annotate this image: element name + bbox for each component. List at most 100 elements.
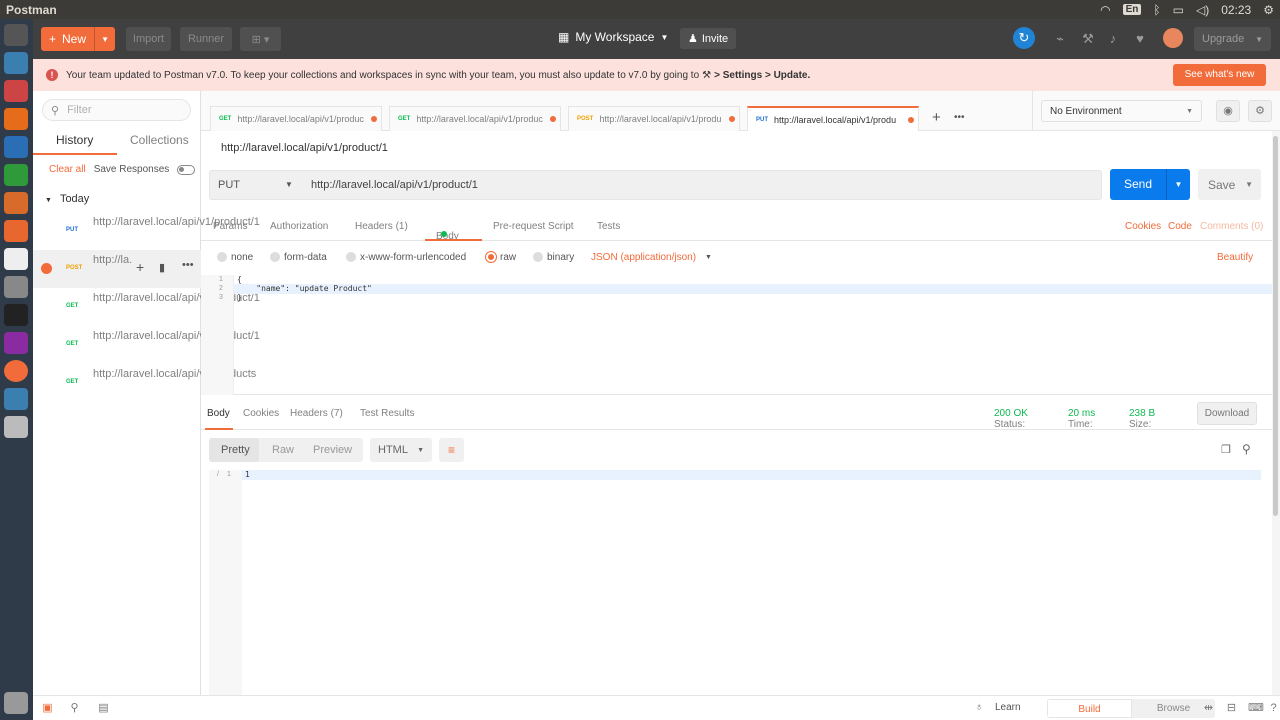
calc-icon[interactable] [4,164,28,186]
search-icon[interactable]: ⚲ [1242,442,1251,456]
new-window-button[interactable]: ⊞ ▾ [240,27,281,51]
comments-link[interactable]: Comments (0) [1200,221,1263,232]
settings-icon[interactable] [4,276,28,298]
chevron-down-icon[interactable]: ▼ [1167,180,1190,189]
clock[interactable]: 02:23 [1221,3,1251,17]
tab-headers[interactable]: Headers (1) [355,221,408,232]
tab-history[interactable]: History [56,133,93,147]
add-tab-icon[interactable]: + [932,109,941,126]
trash-icon[interactable]: ▮ [159,261,165,274]
code-icon[interactable] [4,388,28,410]
list-item[interactable]: GET http://laravel.local/api/v1/product/… [33,326,260,364]
list-item[interactable]: GET http://laravel.local/api/v1/product/… [33,288,260,326]
tab-response-headers[interactable]: Headers (7) [290,408,343,419]
bulb-icon[interactable]: ♁ [975,701,983,713]
format-select[interactable]: HTML ▼ [370,438,432,462]
tab-collections[interactable]: Collections [130,133,189,147]
request-tab[interactable]: POST http://laravel.local/api/v1/produ [568,106,740,131]
split-pane-icon[interactable]: ⇹ [1202,702,1215,715]
see-whats-new-button[interactable]: See what's new [1173,64,1266,86]
code-link[interactable]: Code [1168,221,1192,232]
keyboard-icon[interactable]: ⌨ [1248,702,1264,715]
tab-tests[interactable]: Tests [597,221,620,232]
more-icon[interactable]: ••• [182,259,194,271]
wifi-icon[interactable]: ◠ [1100,3,1110,17]
store-icon[interactable] [4,80,28,102]
request-tab-active[interactable]: PUT http://laravel.local/api/v1/produ [747,106,919,131]
bell-icon[interactable]: ♪ [1104,30,1122,48]
battery-icon[interactable]: ▭ [1173,3,1184,17]
tab-test-results[interactable]: Test Results [360,408,414,419]
radio-raw[interactable] [486,252,496,262]
fold-icon[interactable]: / [217,471,219,478]
url-input[interactable]: http://laravel.local/api/v1/product/1 [311,179,478,191]
phpstorm-icon[interactable] [4,332,28,354]
trash-icon[interactable] [4,692,28,714]
upgrade-button[interactable]: Upgrade ▼ [1194,27,1271,51]
learn-link[interactable]: Learn [995,702,1021,713]
writer-icon[interactable] [4,136,28,158]
beautify-link[interactable]: Beautify [1217,252,1253,263]
add-icon[interactable]: + [136,259,144,275]
save-button[interactable]: Save ▼ [1198,169,1261,200]
request-title[interactable]: http://laravel.local/api/v1/product/1 [221,142,388,154]
view-preview[interactable]: Preview [313,444,352,456]
tab-response-body[interactable]: Body [207,408,230,419]
copy-icon[interactable]: ❐ [1221,443,1231,456]
history-group-header[interactable]: ▼ Today [45,193,89,205]
content-type-select[interactable]: JSON (application/json) [591,252,696,263]
tab-params[interactable]: Params [213,221,247,232]
runner-button[interactable]: Runner [180,27,232,51]
gear-icon[interactable]: ⚙ [1263,3,1274,17]
caret-down-icon[interactable]: ▼ [705,254,712,261]
terminal-icon[interactable] [4,304,28,326]
request-tab[interactable]: GET http://laravel.local/api/v1/produc [389,106,561,131]
filter-input[interactable]: ⚲ Filter [42,99,191,121]
tab-response-cookies[interactable]: Cookies [243,408,279,419]
console-icon[interactable]: ▤ [97,702,110,715]
keyboard-layout[interactable]: En [1122,4,1142,15]
environment-select[interactable]: No Environment ▼ [1041,100,1202,122]
save-responses-toggle[interactable] [177,164,196,175]
avatar[interactable] [1163,28,1183,48]
heart-icon[interactable]: ♥ [1131,30,1149,48]
view-pretty[interactable]: Pretty [221,444,250,456]
list-item[interactable]: GET http://laravel.local/api/v1/products [33,364,256,402]
editor-icon[interactable] [4,52,28,74]
new-button[interactable]: + New ▼ [41,27,116,51]
send-button[interactable]: Send ▼ [1110,169,1190,200]
drive-icon[interactable] [4,416,28,438]
firefox-icon[interactable] [4,108,28,130]
search-icon[interactable]: ⚲ [68,702,81,715]
layout-icon[interactable]: ⊟ [1225,702,1238,715]
bluetooth-icon[interactable]: ᛒ [1153,3,1160,17]
software-icon[interactable] [4,220,28,242]
amazon-icon[interactable] [4,248,28,270]
request-tab[interactable]: GET http://laravel.local/api/v1/produc [210,106,382,131]
impress-icon[interactable] [4,192,28,214]
help-icon[interactable]: ? [1267,702,1280,715]
more-icon[interactable]: ••• [954,112,965,123]
ubuntu-icon[interactable] [4,24,28,46]
radio-urlencoded[interactable] [346,252,356,262]
wrench-icon[interactable]: ⚒ [1079,30,1097,48]
tab-authorization[interactable]: Authorization [270,221,328,232]
volume-icon[interactable]: ◁) [1196,3,1209,17]
sync-icon[interactable]: ↻ [1013,27,1035,49]
clear-all-link[interactable]: Clear all [49,164,86,175]
scrollbar[interactable] [1272,131,1280,695]
response-body-viewer[interactable]: / 1 1 [209,470,1261,695]
invite-button[interactable]: ♟ Invite [680,28,737,49]
postman-icon[interactable] [4,360,28,382]
cookies-link[interactable]: Cookies [1125,221,1161,232]
import-button[interactable]: Import [126,27,171,51]
view-raw[interactable]: Raw [272,444,294,456]
chevron-down-icon[interactable]: ▼ [95,35,115,44]
request-body-editor[interactable]: 1 2 3 { "name": "update Product" } [201,275,1272,395]
wrap-lines-icon[interactable]: ≡ [439,438,464,462]
list-item[interactable]: POST http://la.../v1/pro + ▮ ••• [33,250,201,288]
radio-form-data[interactable] [270,252,280,262]
list-item[interactable]: PUT http://laravel.local/api/v1/product/… [33,212,260,250]
sidebar-toggle-icon[interactable]: ▣ [41,702,54,715]
method-select[interactable]: PUT [218,179,240,191]
